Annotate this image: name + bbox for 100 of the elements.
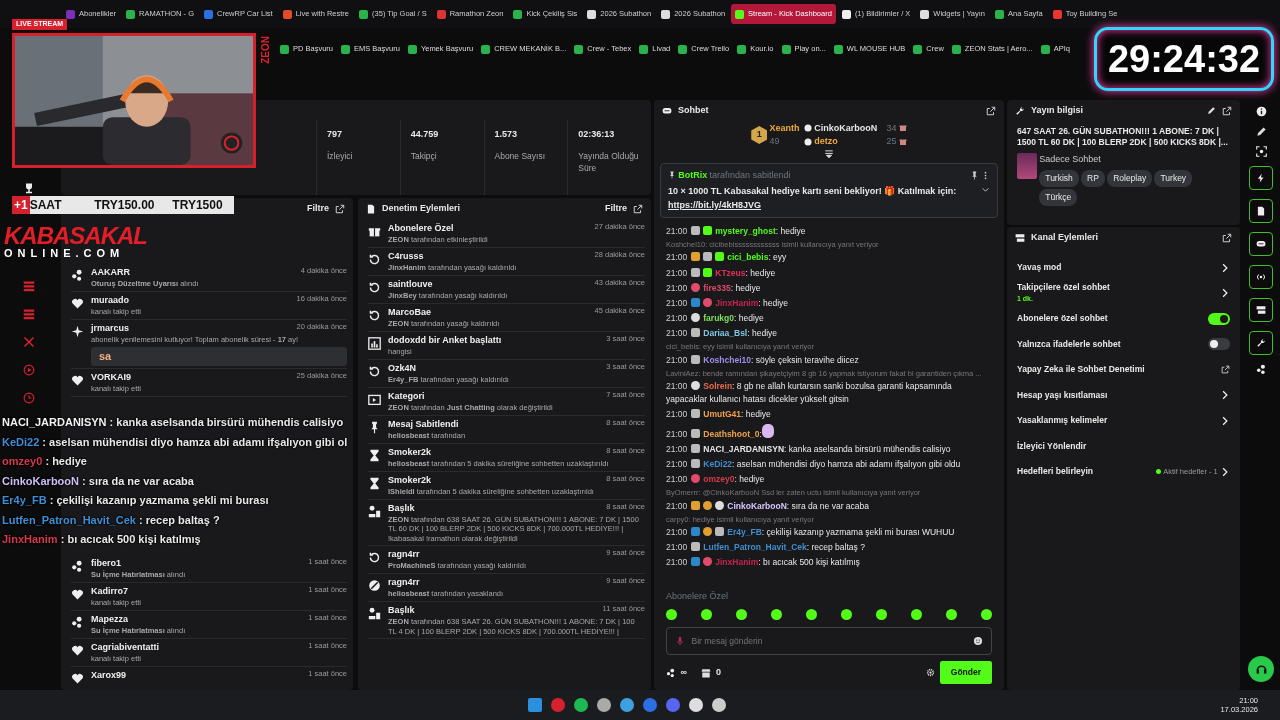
chat-button[interactable] [1249, 232, 1273, 256]
lightning-button[interactable] [1249, 166, 1273, 190]
gift-icon [898, 124, 907, 133]
document-icon [1256, 206, 1266, 216]
emoji-icon [973, 635, 983, 646]
chat-message: 21:00 KTzeus: hediye [665, 266, 777, 280]
document-button[interactable] [1249, 199, 1273, 223]
app-icon[interactable] [597, 698, 611, 712]
reward-icon [71, 268, 84, 282]
channel-action-row[interactable]: Yapay Zeka ile Sohbet Denetimi [1007, 356, 1240, 383]
chat-message: 21:00 cici_bebis: eyy [665, 251, 788, 265]
channel-action-row[interactable]: Yasaklanmış kelimeler [1007, 407, 1240, 434]
channel-action-row[interactable]: İzleyici Yönlendir [1007, 433, 1240, 459]
side-label: ZEON [259, 36, 272, 64]
tab-favicon [995, 9, 1004, 19]
emote-icon[interactable] [841, 608, 852, 620]
toggle-switch[interactable] [1208, 312, 1230, 325]
pinned-label: tarafından sabitlendi [709, 168, 792, 182]
tab-favicon [841, 9, 851, 19]
gift-count: 49 [769, 135, 781, 148]
focus-icon[interactable] [1255, 146, 1267, 157]
broadcast-button[interactable] [1249, 265, 1273, 289]
tag[interactable]: Turkish [1039, 169, 1079, 187]
chevron-icon [1220, 288, 1230, 298]
emote-icon[interactable] [911, 608, 922, 620]
emote-icon[interactable] [876, 608, 887, 620]
emote-icon[interactable] [701, 608, 712, 620]
undo-icon [368, 550, 381, 564]
heart-icon [71, 373, 84, 387]
chat-message: 21:00 farukg0: hediye [665, 312, 765, 326]
info-icon[interactable] [1255, 106, 1267, 117]
tag[interactable]: Turkey [1154, 169, 1193, 187]
send-button[interactable]: Gönder [939, 661, 992, 684]
app-icon[interactable] [620, 698, 634, 712]
tab-favicon [587, 9, 597, 19]
action-label: İzleyici Yönlendir [1017, 439, 1087, 453]
countdown-timer: 29:24:32 [1094, 27, 1274, 91]
channel-action-row[interactable]: Hesap yaşı kısıtlaması [1007, 382, 1240, 408]
chat-message: 21:00 CinkoKarbooN: sıra da ne var acaba [665, 499, 870, 513]
tab-favicon [661, 9, 671, 19]
emote-icon[interactable] [806, 608, 817, 620]
filter-button[interactable]: Filtre [605, 202, 627, 216]
chat-message: 21:00 JinxHanim: hediye [665, 296, 790, 310]
message-field[interactable]: Bir mesaj gönderin [666, 626, 992, 656]
community-icon[interactable] [1255, 364, 1267, 375]
emote-icon[interactable] [946, 608, 957, 620]
action-label: Yavaş mod [1017, 261, 1062, 274]
emote-icon[interactable] [736, 608, 747, 620]
trophy-icon [23, 182, 35, 194]
lightning-icon [1256, 173, 1266, 183]
emote-icon[interactable] [771, 608, 782, 620]
filter-button[interactable]: Filtre [307, 202, 329, 216]
emote-icon[interactable] [666, 608, 677, 620]
wrench-icon [1015, 105, 1025, 116]
tab-favicon [126, 9, 136, 19]
status-dot [1155, 469, 1161, 474]
action-title: C4russs [388, 250, 424, 261]
popout-icon [986, 105, 996, 116]
message-input[interactable]: Bir mesaj gönderin [689, 633, 969, 649]
category-thumbnail [1017, 153, 1037, 180]
headset-icon [1254, 662, 1268, 676]
pinned-link[interactable]: https://bit.ly/4kH8JVG [668, 199, 762, 210]
undo-icon [368, 252, 381, 266]
action-title: Kategori [388, 390, 425, 401]
gifter-name: Xeanth [769, 121, 800, 135]
channel-action-row[interactable]: Yavaş mod [1007, 254, 1240, 281]
username: Kadirro7 [91, 585, 128, 597]
chat-message: 21:00 JinxHanim: bı acıcak 500 kişi katılmış [665, 556, 861, 570]
chevron-icon [1220, 415, 1230, 426]
camera-button[interactable] [1249, 298, 1273, 322]
poll-icon [368, 336, 381, 350]
gifter-name: detzo [814, 135, 839, 148]
action-title: Ozk4N [388, 362, 416, 373]
reward-icon [71, 615, 84, 629]
action-title: saintlouve [388, 278, 433, 289]
emote-icon[interactable] [981, 608, 992, 620]
toggle-switch[interactable] [1208, 338, 1230, 350]
wrench-button[interactable] [1249, 331, 1273, 355]
action-title: ragn4rr [388, 576, 420, 588]
tag[interactable]: Roleplay [1107, 169, 1153, 187]
stat-label: Takipçi [410, 149, 438, 163]
chevron-icon [1220, 390, 1230, 400]
popout-icon [633, 203, 643, 214]
tab-favicon [66, 9, 75, 19]
popout-icon [1222, 105, 1232, 116]
edit-icon[interactable] [1255, 126, 1267, 137]
action-title: Başlık [388, 604, 415, 616]
tag[interactable]: Türkçe [1039, 188, 1078, 206]
help-button[interactable] [1248, 656, 1274, 682]
rank-badge: 1 [751, 126, 768, 144]
tag[interactable]: RP [1081, 169, 1105, 187]
username: VORKAI9 [91, 371, 131, 383]
channel-action-row[interactable]: Abonelere özel sohbet [1007, 305, 1240, 332]
stat-label: İzleyici [327, 149, 354, 163]
action-label: Takipçilere özel sohbet [1017, 281, 1110, 295]
channel-action-row[interactable]: Yalnızca ifadelerle sohbet [1007, 331, 1240, 357]
clock-icon [23, 392, 35, 404]
action-label: Hesap yaşı kısıtlaması [1017, 388, 1108, 402]
chevron-icon [1220, 262, 1230, 273]
action-title: Başlık [388, 502, 415, 513]
